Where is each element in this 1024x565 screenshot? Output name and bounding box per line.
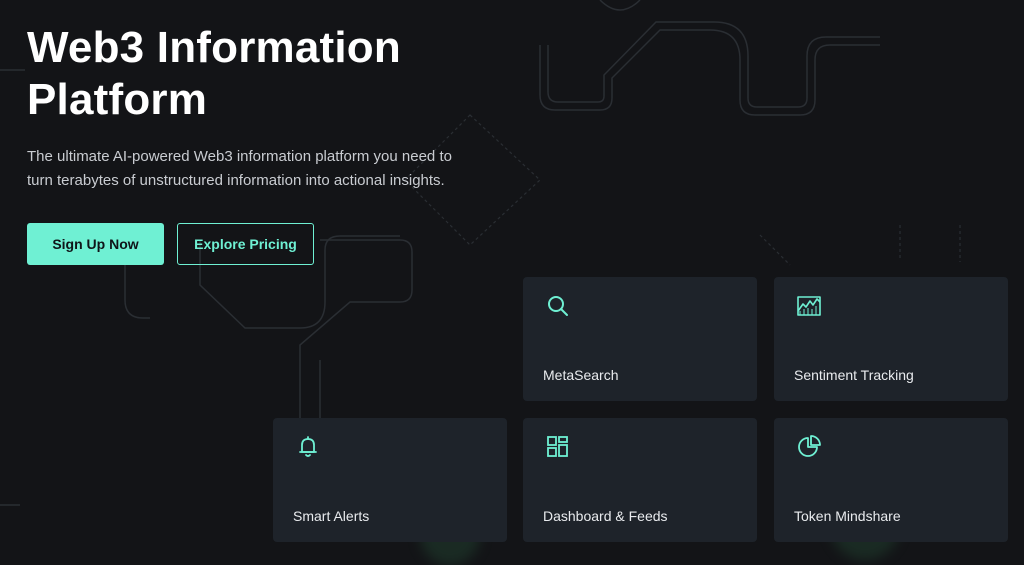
feature-card-token-mindshare[interactable]: Token Mindshare bbox=[774, 418, 1008, 542]
sign-up-button[interactable]: Sign Up Now bbox=[27, 223, 164, 265]
pie-chart-icon bbox=[798, 435, 821, 457]
search-icon bbox=[548, 296, 568, 316]
explore-pricing-button[interactable]: Explore Pricing bbox=[177, 223, 314, 265]
bell-icon bbox=[299, 436, 317, 457]
feature-card-label: Sentiment Tracking bbox=[794, 367, 914, 383]
feature-card-metasearch[interactable]: MetaSearch bbox=[523, 277, 757, 401]
trend-chart-icon bbox=[797, 296, 821, 316]
feature-card-label: Smart Alerts bbox=[293, 508, 370, 524]
feature-card-sentiment-tracking[interactable]: Sentiment Tracking bbox=[774, 277, 1008, 401]
grid-icon bbox=[547, 436, 568, 457]
page-subtitle: The ultimate AI-powered Web3 information… bbox=[27, 148, 452, 189]
feature-card-label: Dashboard & Feeds bbox=[543, 508, 668, 524]
feature-card-label: MetaSearch bbox=[543, 367, 619, 383]
feature-card-dashboard-feeds[interactable]: Dashboard & Feeds bbox=[523, 418, 757, 542]
feature-card-smart-alerts[interactable]: Smart Alerts bbox=[273, 418, 507, 542]
feature-card-label: Token Mindshare bbox=[794, 508, 901, 524]
page-title: Web3 Information Platform bbox=[27, 23, 401, 124]
